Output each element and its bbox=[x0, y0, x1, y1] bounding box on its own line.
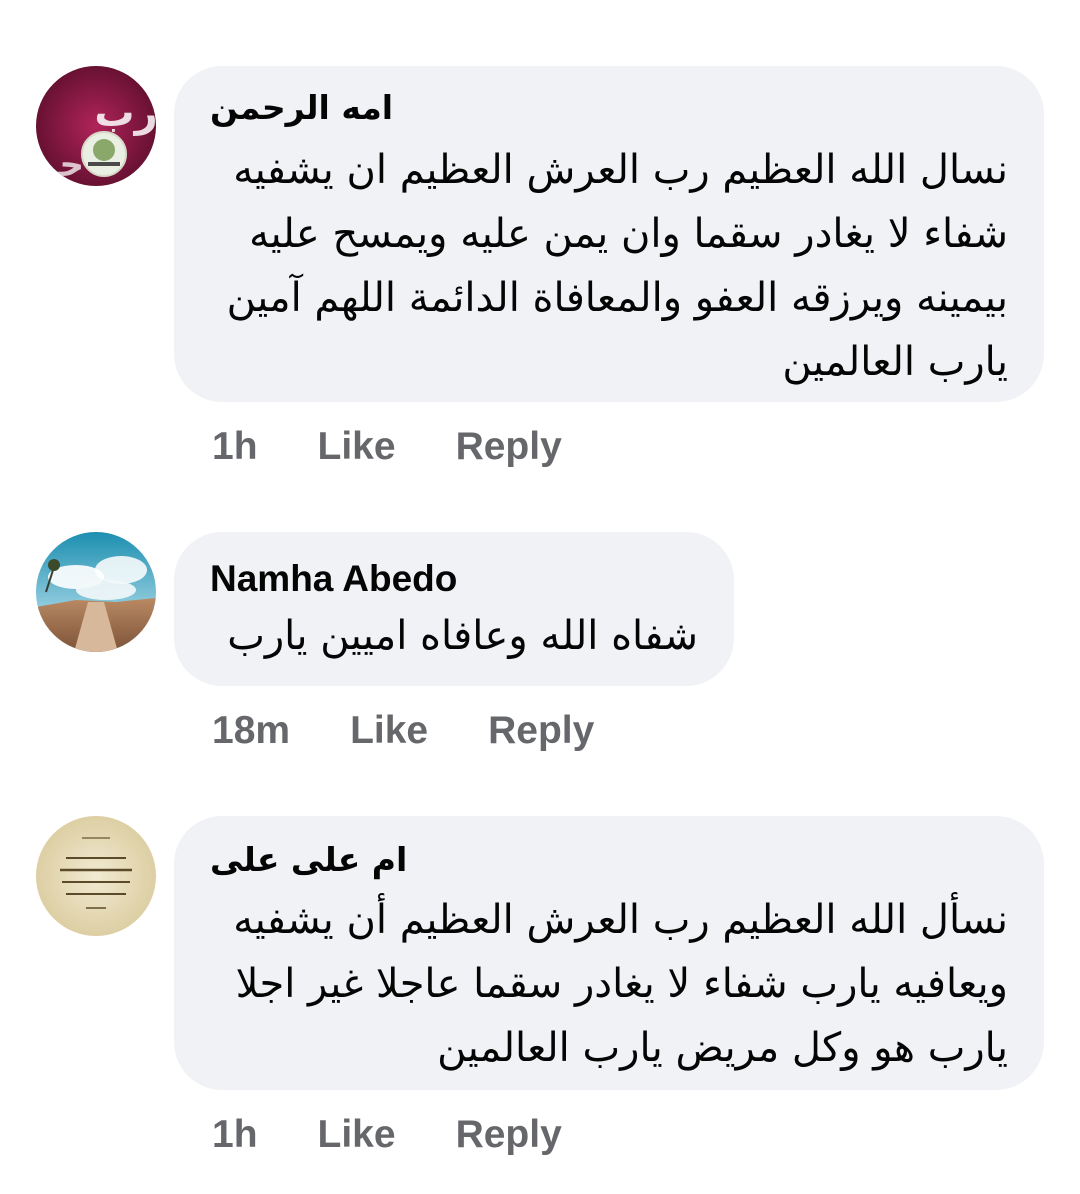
comment-bubble: امه الرحمن نسال الله العظيم رب العرش الع… bbox=[174, 66, 1044, 402]
comment-text: نسال الله العظيم رب العرش العظيم ان يشفي… bbox=[226, 147, 1008, 385]
reply-button[interactable]: Reply bbox=[488, 709, 594, 753]
comment-author[interactable]: Namha Abedo bbox=[210, 558, 457, 600]
comment-timestamp[interactable]: 1h bbox=[212, 1113, 258, 1157]
comment-actions: 18m Like Reply bbox=[212, 706, 594, 756]
like-button[interactable]: Like bbox=[318, 425, 396, 469]
avatar[interactable]: رب حـ bbox=[36, 66, 156, 186]
reply-button[interactable]: Reply bbox=[456, 425, 562, 469]
svg-text:رب: رب bbox=[94, 90, 156, 136]
comment-actions: 1h Like Reply bbox=[212, 1110, 562, 1160]
comment-timestamp[interactable]: 1h bbox=[212, 425, 258, 469]
comment-bubble: Namha Abedo شفاه الله وعافاه امیین یارب bbox=[174, 532, 734, 686]
comment-bubble: ام على على نسأل الله العظيم رب العرش الع… bbox=[174, 816, 1044, 1090]
avatar-image bbox=[36, 532, 156, 652]
comment-timestamp[interactable]: 18m bbox=[212, 709, 290, 753]
like-button[interactable]: Like bbox=[318, 1113, 396, 1157]
comment-text: شفاه الله وعافاه امیین یارب bbox=[227, 613, 698, 659]
avatar-image: رب حـ bbox=[36, 66, 156, 186]
avatar-image bbox=[36, 816, 156, 936]
comment-text: نسأل الله العظيم رب العرش العظيم أن يشفي… bbox=[233, 897, 1008, 1071]
comment-actions: 1h Like Reply bbox=[212, 422, 562, 472]
like-button[interactable]: Like bbox=[350, 709, 428, 753]
comment-author[interactable]: امه الرحمن bbox=[210, 88, 393, 127]
comment-author[interactable]: ام على على bbox=[210, 840, 407, 879]
avatar[interactable] bbox=[36, 532, 156, 652]
reply-button[interactable]: Reply bbox=[456, 1113, 562, 1157]
avatar[interactable] bbox=[36, 816, 156, 936]
svg-text:حـ: حـ bbox=[47, 145, 84, 185]
